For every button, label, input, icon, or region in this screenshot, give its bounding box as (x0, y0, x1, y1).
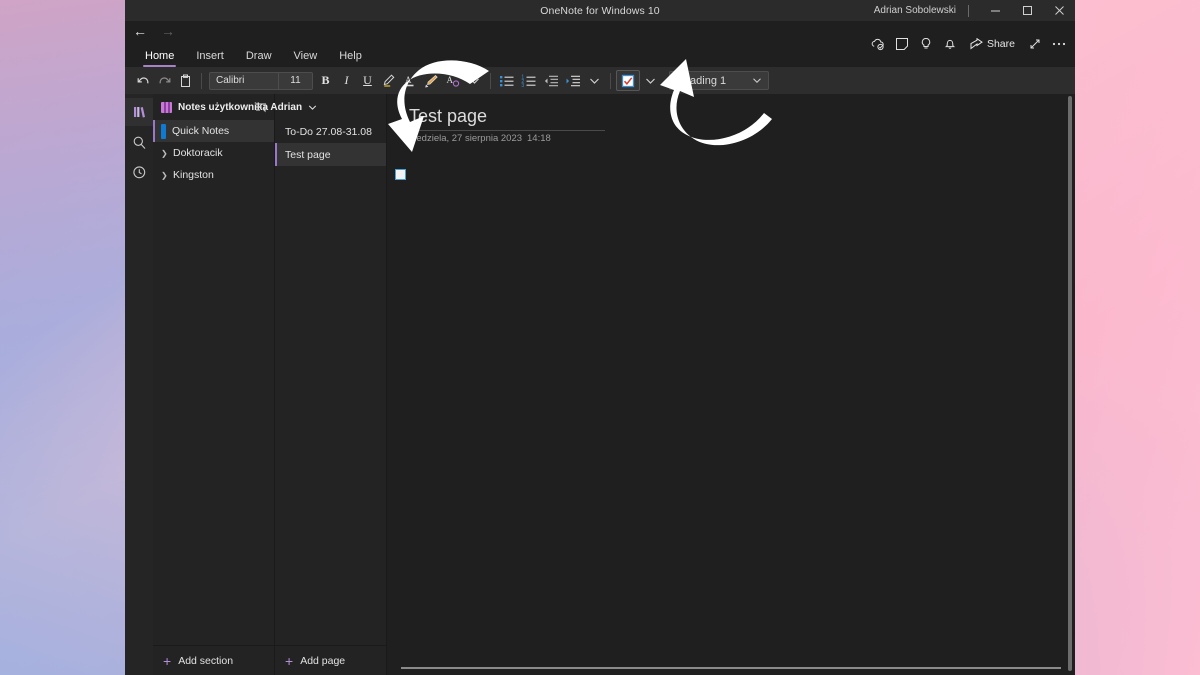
home-ribbon: Calibri 11 B I U A A 1 2 3 Heading 1 (125, 67, 1075, 94)
section-pane: Notes użytkownika Adrian Quick Notes ❯ D… (153, 94, 317, 675)
ribbon-divider-3 (610, 72, 611, 89)
page-date: niedziela, 27 sierpnia 2023 (409, 133, 523, 144)
todo-checkbox-tag-icon (621, 74, 635, 87)
tab-help[interactable]: Help (328, 51, 373, 67)
add-section-label: Add section (178, 654, 234, 667)
italic-button[interactable]: I (336, 70, 357, 92)
style-chevron-down-icon (753, 78, 761, 83)
notebook-color-icon (161, 101, 172, 113)
section-label: Kingston (173, 169, 214, 181)
tab-view[interactable]: View (283, 51, 329, 67)
ribbon-right-commands: Share (866, 21, 1071, 67)
increase-indent-icon[interactable] (562, 70, 584, 92)
page-label: To-Do 27.08-31.08 (285, 125, 372, 138)
section-item-doktoracik[interactable]: ❯ Doktoracik (153, 142, 274, 164)
ribbon-tab-bar: ← → Home Insert Draw View Help Share (125, 21, 1075, 67)
tab-home[interactable]: Home (134, 51, 185, 67)
section-label: Quick Notes (172, 125, 230, 137)
add-page-button[interactable]: + Add page (275, 645, 386, 675)
add-section-button[interactable]: + Add section (153, 645, 274, 675)
page-time: 14:18 (527, 133, 551, 144)
section-color-swatch (161, 123, 166, 139)
page-label: Test page (285, 148, 331, 161)
todo-checkbox[interactable] (395, 169, 406, 180)
redo-icon[interactable] (154, 70, 175, 92)
style-dropdown-value: Heading 1 (676, 74, 727, 87)
title-bar-right: Adrian Sobolewski (874, 0, 1075, 21)
todo-tag-button[interactable] (616, 70, 640, 91)
section-item-quick-notes[interactable]: Quick Notes (153, 120, 274, 142)
share-icon (970, 38, 983, 50)
section-list: Quick Notes ❯ Doktoracik ❯ Kingston (153, 120, 274, 645)
notebook-chevron-down-icon[interactable] (308, 104, 317, 111)
font-size-input[interactable]: 11 (279, 73, 312, 89)
title-underline (407, 130, 605, 131)
page-item-test-page[interactable]: Test page (275, 143, 386, 166)
style-dropdown[interactable]: Heading 1 (669, 71, 769, 90)
sticky-note-icon[interactable] (890, 29, 914, 59)
clipboard-icon[interactable] (175, 70, 196, 92)
expand-diagonal-icon[interactable] (1023, 29, 1047, 59)
tag-dropdown-chevron-icon[interactable] (640, 70, 661, 92)
underline-button[interactable]: U (357, 70, 378, 92)
undo-icon[interactable] (133, 70, 154, 92)
tab-draw[interactable]: Draw (235, 51, 283, 67)
expand-chevron-right-icon[interactable]: ❯ (161, 171, 168, 180)
vertical-scrollbar[interactable] (1068, 96, 1072, 671)
plus-icon: + (285, 652, 294, 669)
page-pane: To-Do 27.08-31.08 Test page + Add page (275, 94, 387, 675)
minimize-button[interactable] (979, 0, 1011, 21)
horizontal-scrollbar[interactable] (401, 667, 1061, 669)
lightbulb-icon[interactable] (914, 29, 938, 59)
page-list: To-Do 27.08-31.08 Test page (275, 120, 386, 645)
notebook-name: Notes użytkownika Adrian (178, 101, 303, 113)
ribbon-divider-2 (490, 72, 491, 89)
plus-icon: + (163, 652, 172, 669)
page-title[interactable]: Test page (409, 106, 487, 127)
app-body: Notes użytkownika Adrian Quick Notes ❯ D… (125, 94, 1075, 675)
add-page-label: Add page (300, 654, 346, 667)
notebook-header[interactable]: Notes użytkownika Adrian (153, 94, 317, 120)
text-highlight-icon[interactable] (420, 70, 442, 92)
notebooks-icon[interactable] (125, 98, 153, 126)
account-name[interactable]: Adrian Sobolewski (874, 5, 968, 16)
forward-arrow-icon[interactable]: → (161, 24, 175, 38)
bulleted-list-icon[interactable] (496, 70, 518, 92)
paragraph-overflow-chevron-icon[interactable] (584, 70, 605, 92)
ellipsis-icon[interactable] (1047, 29, 1071, 59)
maximize-button[interactable] (1011, 0, 1043, 21)
font-controls: Calibri 11 (209, 71, 313, 90)
ribbon-divider (201, 72, 202, 89)
left-rail (125, 94, 153, 675)
font-overflow-chevron-icon[interactable] (464, 70, 485, 92)
page-canvas[interactable]: Test page niedziela, 27 sierpnia 2023 14… (387, 94, 1075, 675)
close-button[interactable] (1043, 0, 1075, 21)
recent-clock-icon[interactable] (125, 158, 153, 186)
search-icon[interactable] (125, 128, 153, 156)
font-color-icon[interactable]: A (399, 70, 420, 92)
section-item-kingston[interactable]: ❯ Kingston (153, 164, 274, 186)
clear-formatting-icon[interactable]: A (442, 70, 464, 92)
svg-text:A: A (447, 75, 454, 85)
section-label: Doktoracik (173, 147, 223, 159)
expand-chevron-right-icon[interactable]: ❯ (161, 149, 168, 158)
font-name-input[interactable]: Calibri (210, 72, 279, 89)
bold-button[interactable]: B (315, 70, 336, 92)
title-bar: OneNote for Windows 10 Adrian Sobolewski (125, 0, 1075, 21)
svg-text:3: 3 (521, 83, 524, 88)
numbered-list-icon[interactable]: 1 2 3 (518, 70, 540, 92)
sync-cloud-icon[interactable] (866, 29, 890, 59)
highlighter-pen-icon[interactable] (378, 70, 399, 92)
svg-text:A: A (405, 75, 412, 85)
decrease-indent-icon[interactable] (540, 70, 562, 92)
title-bar-divider (968, 4, 969, 17)
share-button[interactable]: Share (962, 29, 1023, 59)
onenote-window: OneNote for Windows 10 Adrian Sobolewski… (125, 0, 1075, 675)
back-arrow-icon[interactable]: ← (133, 24, 147, 38)
tab-insert[interactable]: Insert (185, 51, 235, 67)
bell-icon[interactable] (938, 29, 962, 59)
sort-icon[interactable] (255, 102, 267, 113)
page-item-todo[interactable]: To-Do 27.08-31.08 (275, 120, 386, 143)
share-label: Share (986, 38, 1015, 50)
